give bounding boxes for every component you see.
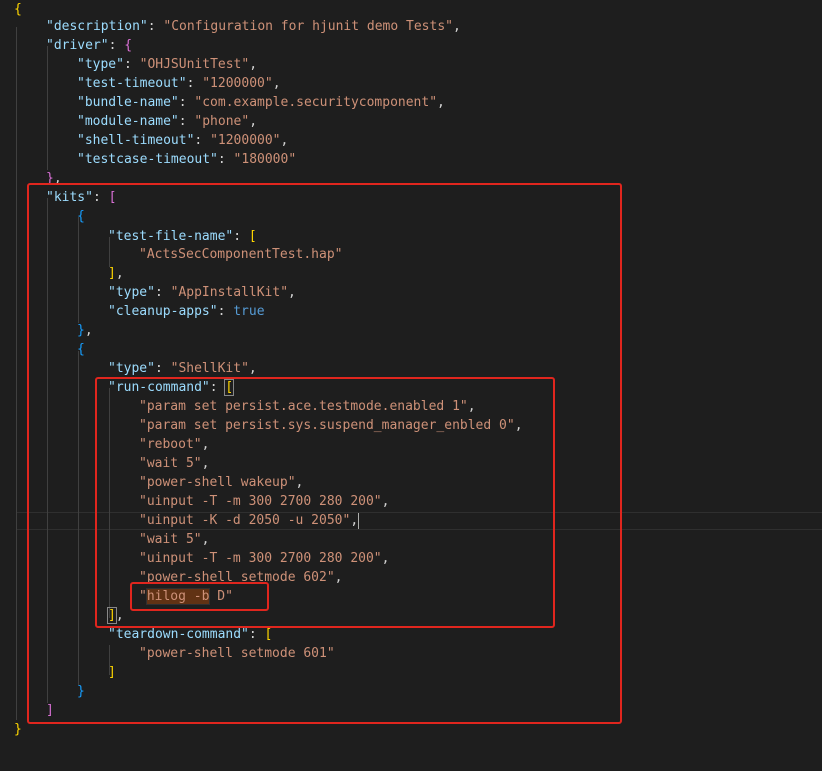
code-line: "module-name": "phone", — [77, 114, 258, 129]
code-line: "driver": { — [46, 38, 133, 53]
code-line: { — [14, 2, 22, 17]
code-line: "shell-timeout": "1200000", — [77, 133, 289, 148]
code-line: "description": "Configuration for hjunit… — [46, 19, 461, 34]
annotation-box-hilog — [130, 582, 269, 611]
code-line: "bundle-name": "com.example.securitycomp… — [77, 95, 445, 110]
code-editor[interactable]: { "description": "Configuration for hjun… — [0, 0, 822, 771]
code-line: "test-timeout": "1200000", — [77, 76, 281, 91]
indent-guide — [16, 27, 17, 720]
indent-guide — [47, 46, 48, 170]
code-line: "testcase-timeout": "180000" — [77, 152, 297, 167]
code-line: "type": "OHJSUnitTest", — [77, 57, 258, 72]
code-line: } — [14, 722, 22, 737]
